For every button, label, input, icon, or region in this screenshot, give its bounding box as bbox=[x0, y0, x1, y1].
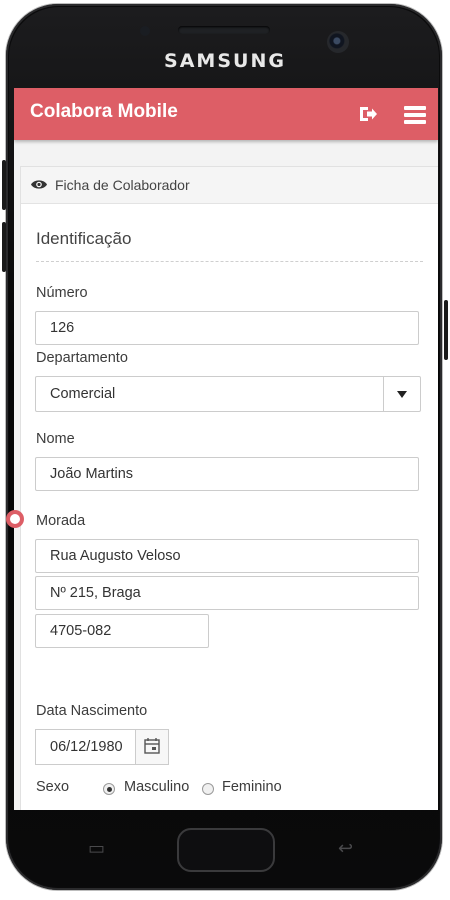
panel-header: Ficha de Colaborador bbox=[21, 167, 438, 204]
earpiece-speaker bbox=[178, 26, 270, 34]
departamento-select[interactable]: Comercial bbox=[35, 376, 421, 412]
section-title: Identificação bbox=[36, 229, 132, 248]
morada-line1-input[interactable] bbox=[35, 539, 419, 573]
morada-line2-input[interactable] bbox=[35, 576, 419, 610]
hamburger-menu-icon[interactable] bbox=[404, 104, 426, 124]
home-button bbox=[177, 828, 275, 872]
departamento-value: Comercial bbox=[50, 386, 116, 402]
birthdate-input[interactable]: 06/12/1980 bbox=[35, 729, 169, 765]
power-button bbox=[444, 300, 448, 360]
volume-up-button bbox=[2, 160, 6, 210]
side-handle-icon[interactable] bbox=[6, 510, 24, 528]
radio-feminino-label[interactable]: Feminino bbox=[222, 779, 282, 795]
birthdate-label: Data Nascimento bbox=[36, 703, 148, 719]
calendar-icon bbox=[144, 738, 160, 754]
nome-label: Nome bbox=[36, 431, 75, 447]
proximity-sensor bbox=[140, 26, 150, 36]
postal-code-input[interactable] bbox=[35, 614, 209, 648]
departamento-label: Departamento bbox=[36, 350, 128, 366]
radio-feminino[interactable] bbox=[202, 783, 214, 795]
app-title: Colabora Mobile bbox=[30, 101, 178, 122]
morada-label: Morada bbox=[36, 513, 86, 529]
app-screen: Colabora Mobile Ficha de Colaborador Ide… bbox=[14, 88, 438, 810]
app-header: Colabora Mobile bbox=[14, 88, 438, 140]
recent-apps-icon: ▭ bbox=[88, 838, 106, 858]
radio-masculino[interactable] bbox=[103, 783, 115, 795]
sexo-label: Sexo bbox=[36, 779, 70, 795]
birthdate-value: 06/12/1980 bbox=[50, 739, 123, 755]
collaborator-panel: Ficha de Colaborador Identificação Númer… bbox=[20, 166, 438, 810]
numero-label: Número bbox=[36, 285, 88, 301]
sexo-row: Sexo Masculino Feminino bbox=[36, 779, 436, 803]
dropdown-arrow-icon[interactable] bbox=[383, 377, 420, 411]
logout-icon[interactable] bbox=[358, 105, 378, 123]
volume-down-button bbox=[2, 222, 6, 272]
nome-input[interactable] bbox=[35, 457, 419, 491]
calendar-button[interactable] bbox=[135, 730, 168, 764]
device-brand: SAMSUNG bbox=[164, 50, 286, 72]
section-divider bbox=[36, 261, 423, 262]
back-icon: ↩ bbox=[338, 838, 354, 858]
eye-icon bbox=[31, 180, 47, 189]
panel-title: Ficha de Colaborador bbox=[55, 177, 190, 193]
numero-input[interactable] bbox=[35, 311, 419, 345]
radio-masculino-label[interactable]: Masculino bbox=[124, 779, 189, 795]
